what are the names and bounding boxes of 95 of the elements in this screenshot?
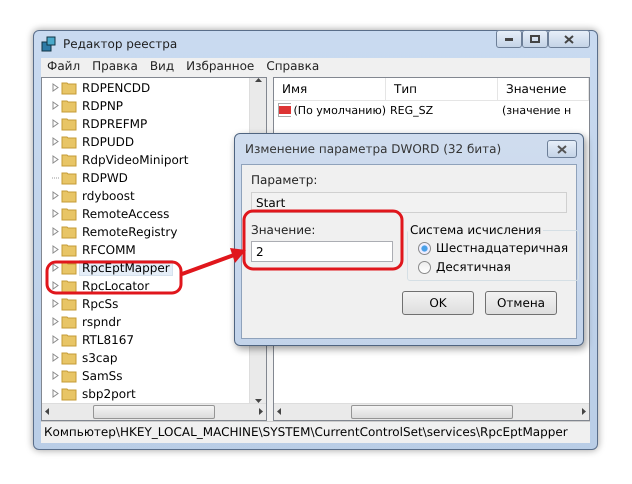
scrollbar-thumb[interactable]	[350, 404, 512, 419]
scroll-right-icon	[259, 408, 263, 416]
folder-icon	[61, 152, 77, 168]
column-header[interactable]: Значение	[498, 78, 589, 100]
dialog-button[interactable]: Отмена	[485, 291, 557, 315]
expand-arrow-icon[interactable]	[52, 335, 59, 344]
tree-item[interactable]: sbp2port	[79, 386, 139, 402]
scroll-left-icon	[277, 408, 281, 416]
folder-icon	[61, 224, 77, 240]
folder-icon	[61, 170, 77, 186]
radio-label[interactable]: Шестнадцатеричная	[436, 241, 568, 255]
registry-cubes-icon	[41, 36, 57, 52]
column-header[interactable]: Имя	[274, 78, 386, 100]
menu-item[interactable]: Избранное	[180, 58, 260, 74]
folder-icon	[61, 134, 77, 150]
key-path: Компьютер\HKEY_LOCAL_MACHINE\SYSTEM\CurrentControlSet\services\RpcEptMapper	[43, 425, 568, 440]
data-cell-text: (значение н	[501, 104, 572, 117]
expand-arrow-icon[interactable]	[52, 371, 59, 380]
close-button[interactable]	[548, 30, 590, 48]
tree-item[interactable]: RpcLocator	[79, 278, 152, 294]
expand-arrow-icon[interactable]	[52, 137, 59, 146]
minimize-button[interactable]	[496, 30, 522, 48]
expand-arrow-icon[interactable]	[52, 389, 59, 398]
folder-icon	[61, 116, 77, 132]
value-input-field[interactable]: 2	[251, 241, 393, 262]
maximize-icon	[530, 35, 540, 44]
radio-button[interactable]	[418, 242, 431, 254]
folder-icon	[61, 332, 77, 348]
expand-arrow-icon[interactable]	[52, 209, 59, 218]
tree-item[interactable]: RpcSs	[79, 296, 122, 312]
tree-item[interactable]: rspndr	[79, 314, 124, 330]
folder-icon	[61, 98, 77, 114]
tree-item[interactable]: RDPREFMP	[79, 116, 150, 132]
folder-icon	[61, 296, 77, 312]
column-header[interactable]: Тип	[386, 78, 498, 100]
scroll-up-icon	[254, 78, 262, 82]
tree-item[interactable]: rdyboost	[79, 188, 138, 204]
window-title: Редактор реестра	[63, 37, 178, 52]
expand-arrow-icon[interactable]	[52, 119, 59, 128]
radio-label[interactable]: Десятичная	[436, 260, 511, 274]
expand-arrow-icon[interactable]	[52, 281, 59, 290]
folder-icon	[61, 206, 77, 222]
dialog-title: Изменение параметра DWORD (32 бита)	[245, 142, 502, 156]
close-button[interactable]	[547, 140, 577, 158]
tree-item[interactable]: RDPENCDD	[79, 80, 154, 96]
folder-icon	[61, 242, 77, 258]
close-icon	[557, 144, 567, 154]
tree-item[interactable]: RTL8167	[79, 332, 138, 348]
folder-icon	[61, 350, 77, 366]
tree-item[interactable]: RemoteAccess	[79, 206, 172, 222]
value-name-cell: (По умолчанию)	[274, 103, 386, 118]
expand-arrow-icon[interactable]	[52, 101, 59, 110]
minimize-icon	[505, 38, 513, 41]
expand-arrow-icon[interactable]	[52, 227, 59, 236]
field-label: Значение:	[251, 223, 316, 237]
dialog-button[interactable]: OK	[402, 291, 474, 315]
folder-icon	[61, 278, 77, 294]
pointer-arrow	[181, 248, 246, 276]
tree-item[interactable]: RemoteRegistry	[79, 224, 180, 240]
menu-item[interactable]: Вид	[144, 58, 180, 74]
expand-arrow-icon[interactable]	[52, 263, 59, 272]
expand-arrow-icon[interactable]	[52, 191, 59, 200]
tree-item[interactable]: RdpVideoMiniport	[79, 152, 192, 168]
folder-icon	[61, 368, 77, 384]
tree-item[interactable]: RDPUDD	[79, 134, 138, 150]
tree-item[interactable]: RDPWD	[79, 170, 131, 186]
tree-item[interactable]: SamSs	[79, 368, 126, 384]
folder-icon	[61, 314, 77, 330]
menu-item[interactable]: Правка	[86, 58, 144, 74]
folder-icon	[61, 80, 77, 96]
expand-arrow-icon[interactable]	[52, 83, 59, 92]
tree-item[interactable]: s3cap	[79, 350, 120, 366]
maximize-button[interactable]	[522, 30, 548, 48]
group-label: Система исчисления	[409, 223, 542, 237]
expand-arrow-icon[interactable]	[52, 299, 59, 308]
parameter-name-field[interactable]: Start	[251, 192, 567, 213]
expand-arrow-icon[interactable]	[52, 155, 59, 164]
menu-item[interactable]: Справка	[260, 58, 326, 74]
scroll-left-icon	[45, 408, 49, 416]
scroll-right-icon	[582, 408, 586, 416]
folder-icon	[61, 188, 77, 204]
menu-item[interactable]: Файл	[41, 58, 86, 74]
horizontal-scrollbar[interactable]	[274, 402, 589, 420]
scrollbar-thumb[interactable]	[93, 404, 215, 419]
tree-item[interactable]: RFCOMM	[79, 242, 139, 258]
expand-arrow-icon[interactable]	[52, 317, 59, 326]
close-icon	[564, 34, 574, 44]
horizontal-scrollbar[interactable]	[42, 402, 266, 420]
expand-arrow-icon[interactable]	[52, 245, 59, 254]
expand-arrow-icon[interactable]	[52, 353, 59, 362]
radio-button[interactable]	[418, 260, 431, 274]
type-cell-text: REG_SZ	[389, 104, 434, 117]
field-label: Параметр:	[251, 173, 318, 187]
tree-item[interactable]: RDPNP	[79, 98, 126, 114]
string-value-icon	[278, 103, 290, 118]
